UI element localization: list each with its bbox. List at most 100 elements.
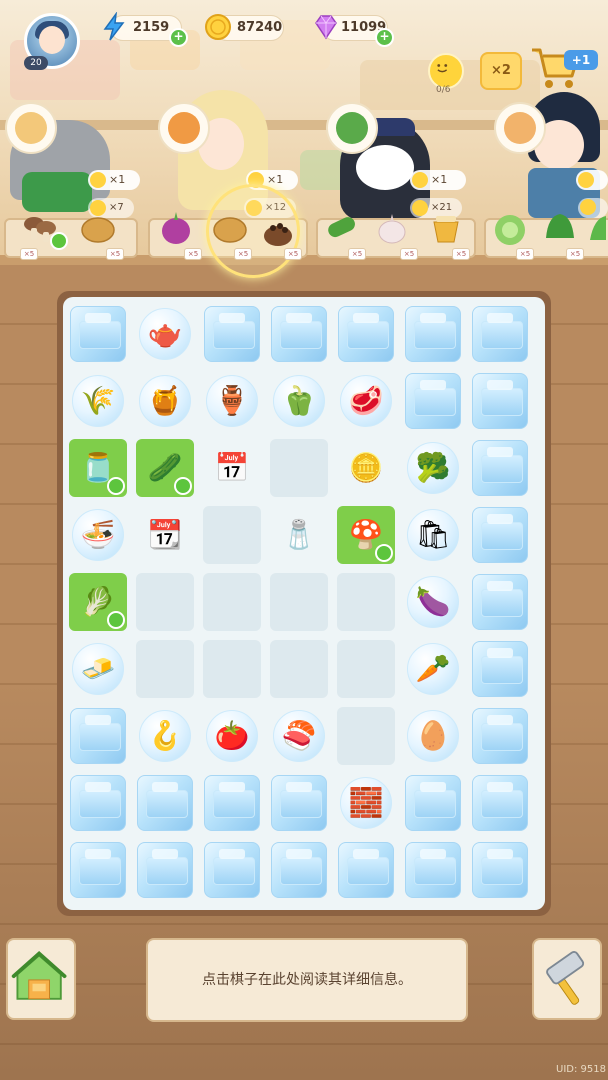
frozen-cell[interactable] (136, 841, 194, 899)
empty-cell[interactable] (337, 573, 395, 631)
bubbled-item-cell[interactable]: 🧈 (69, 640, 127, 698)
ice-block-icon (271, 842, 327, 898)
frozen-cell[interactable] (69, 774, 127, 832)
bubbled-item-cell[interactable]: 🛍 (404, 506, 462, 564)
frozen-cell[interactable] (471, 372, 529, 430)
ice-block-icon (204, 775, 260, 831)
smiley-icon (431, 56, 453, 78)
item-cell[interactable]: 🧂 (270, 506, 328, 564)
noodles-icon: 🍜 (80, 518, 116, 551)
bubbled-item-cell[interactable]: 🥕 (404, 640, 462, 698)
frozen-cell[interactable] (471, 439, 529, 497)
bubbled-item-cell[interactable]: 🍆 (404, 573, 462, 631)
hammer-tool-button[interactable] (532, 938, 602, 1020)
smiley-icon (578, 172, 594, 188)
frozen-cell[interactable] (471, 841, 529, 899)
empty-cell[interactable] (337, 640, 395, 698)
order-bubble-penguin[interactable] (326, 102, 378, 154)
add-energy-button[interactable]: + (169, 28, 188, 47)
frozen-cell[interactable] (270, 841, 328, 899)
bubbled-item-cell[interactable]: 🍯 (136, 372, 194, 430)
ice-block-icon (472, 641, 528, 697)
empty-cell[interactable] (270, 640, 328, 698)
ice-block-icon (472, 373, 528, 429)
empty-cell[interactable] (270, 439, 328, 497)
frozen-cell[interactable] (203, 841, 261, 899)
bubbled-item-cell[interactable]: 🪝 (136, 707, 194, 765)
frozen-cell[interactable] (69, 841, 127, 899)
frozen-cell[interactable] (471, 506, 529, 564)
teapot-icon: 🫖 (147, 317, 183, 350)
eggs-icon: 🥚 (415, 719, 451, 752)
frozen-cell[interactable] (270, 305, 328, 363)
bubbled-item-cell[interactable]: 🥚 (404, 707, 462, 765)
frozen-cell[interactable] (404, 774, 462, 832)
empty-cell[interactable] (203, 506, 261, 564)
order-bubble-boy[interactable] (494, 102, 546, 154)
bubbled-item-cell[interactable]: 🫑 (270, 372, 328, 430)
penguin-face (356, 145, 414, 190)
ice-block-icon (70, 306, 126, 362)
add-gems-button[interactable]: + (375, 28, 394, 47)
smiley-quest-button[interactable]: 0/6 (428, 53, 464, 95)
frozen-cell[interactable] (471, 640, 529, 698)
check-icon (50, 232, 68, 250)
order-bubble-elf-girl[interactable] (158, 102, 210, 154)
ready-item-cell[interactable]: 🥒 (136, 439, 194, 497)
frozen-cell[interactable] (404, 841, 462, 899)
frozen-cell[interactable] (270, 774, 328, 832)
eggplant-icon: 🍆 (415, 585, 451, 618)
frozen-cell[interactable] (471, 774, 529, 832)
energy-counter[interactable]: 2159 + (103, 12, 188, 47)
double-reward-button[interactable]: ×2 (480, 52, 522, 90)
bubbled-item-cell[interactable]: 🍜 (69, 506, 127, 564)
frozen-cell[interactable] (203, 774, 261, 832)
frozen-cell[interactable] (404, 305, 462, 363)
frozen-cell[interactable] (337, 841, 395, 899)
hook-icon: 🪝 (147, 719, 183, 752)
merge-board[interactable]: 🫖 🌾 🍯 🏺 🫑 🥩 🫙 🥒 📅 🪙 🥦 🍜 📆 🧂 🍄 🛍 🥬 🍆 🧈 🥕 🪝 🍅 🍣 🥚 🧱 (63, 297, 545, 910)
warehouse-icon (11, 951, 67, 1000)
item-cell[interactable]: 📆 (136, 506, 194, 564)
item-cell[interactable]: 🪙 (337, 439, 395, 497)
empty-cell[interactable] (337, 707, 395, 765)
empty-cell[interactable] (203, 640, 261, 698)
frozen-cell[interactable] (69, 707, 127, 765)
bubbled-item-cell[interactable]: 🏺 (203, 372, 261, 430)
bubbled-item-cell[interactable]: 🧱 (337, 774, 395, 832)
koala-sweater (22, 172, 92, 212)
frozen-cell[interactable] (69, 305, 127, 363)
order-bubble-koala[interactable] (5, 102, 57, 154)
ready-item-cell[interactable]: 🫙 (69, 439, 127, 497)
bubbled-item-cell[interactable]: 🌾 (69, 372, 127, 430)
empty-cell[interactable] (270, 573, 328, 631)
gem-counter[interactable]: 11099 + (315, 15, 394, 47)
item-cell[interactable]: 📅 (203, 439, 261, 497)
frozen-cell[interactable] (203, 305, 261, 363)
empty-cell[interactable] (203, 573, 261, 631)
ice-block-icon (338, 306, 394, 362)
bubbled-item-cell[interactable]: 🥩 (337, 372, 395, 430)
frozen-cell[interactable] (337, 305, 395, 363)
item-count: ×5 (20, 248, 38, 260)
frozen-cell[interactable] (136, 774, 194, 832)
bubbled-item-cell[interactable]: 🍣 (270, 707, 328, 765)
frozen-cell[interactable] (471, 573, 529, 631)
frozen-cell[interactable] (471, 707, 529, 765)
frozen-cell[interactable] (404, 372, 462, 430)
warehouse-button[interactable] (6, 938, 76, 1020)
item-count: ×5 (106, 248, 124, 260)
coin-icon: 🪙 (348, 451, 384, 484)
frozen-cell[interactable] (471, 305, 529, 363)
ice-block-icon (472, 842, 528, 898)
info-hint-text: 点击棋子在此处阅读其详细信息。 (202, 972, 412, 988)
bubbled-item-cell[interactable]: 🥦 (404, 439, 462, 497)
empty-cell[interactable] (136, 573, 194, 631)
bubbled-item-cell[interactable]: 🫖 (136, 305, 194, 363)
ice-block-icon (204, 842, 260, 898)
coin-counter[interactable]: 87240 (205, 14, 284, 41)
empty-cell[interactable] (136, 640, 194, 698)
bubbled-item-cell[interactable]: 🍅 (203, 707, 261, 765)
ready-item-cell[interactable]: 🍄 (337, 506, 395, 564)
ready-item-cell[interactable]: 🥬 (69, 573, 127, 631)
